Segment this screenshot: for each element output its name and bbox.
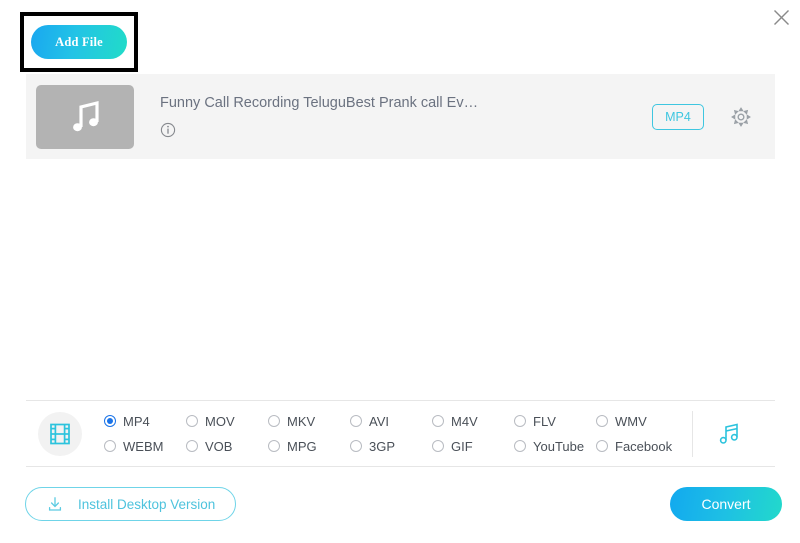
format-option-youtube[interactable]: YouTube <box>514 439 596 454</box>
convert-button[interactable]: Convert <box>670 487 782 521</box>
film-strip-icon <box>50 423 70 444</box>
radio-indicator <box>350 440 362 452</box>
radio-indicator <box>268 415 280 427</box>
radio-indicator <box>596 415 608 427</box>
format-option-webm[interactable]: WEBM <box>104 439 186 454</box>
music-note-icon <box>719 422 738 444</box>
add-file-highlight: Add File <box>20 12 138 72</box>
radio-indicator <box>104 440 116 452</box>
music-note-icon <box>73 100 99 131</box>
format-option-label: GIF <box>451 438 473 454</box>
info-icon[interactable] <box>160 122 176 138</box>
format-option-label: 3GP <box>369 438 396 454</box>
format-option-label: VOB <box>205 438 233 454</box>
format-option-mpg[interactable]: MPG <box>268 439 350 454</box>
video-tab-button[interactable] <box>38 411 82 456</box>
format-option-label: MOV <box>205 413 235 429</box>
format-option-label: WMV <box>615 413 647 429</box>
format-option-label: FLV <box>533 413 556 429</box>
radio-indicator <box>350 415 362 427</box>
format-option-label: M4V <box>451 413 478 429</box>
format-option-label: WEBM <box>123 438 164 454</box>
format-option-wmv[interactable]: WMV <box>596 414 678 429</box>
radio-indicator <box>514 440 526 452</box>
close-button[interactable] <box>768 4 794 30</box>
radio-indicator <box>104 415 116 427</box>
download-icon <box>46 495 64 513</box>
file-list-item[interactable]: Funny Call Recording TeluguBest Prank ca… <box>26 74 775 159</box>
divider-bottom <box>26 466 775 467</box>
format-option-label: YouTube <box>533 438 585 454</box>
format-option-label: AVI <box>369 413 389 429</box>
radio-indicator <box>432 440 444 452</box>
add-file-button[interactable]: Add File <box>31 25 127 59</box>
format-options-grid: MP4 MOV MKV AVI M4V FLV WMV WEBM VOB MPG… <box>104 409 678 459</box>
format-option-mp4[interactable]: MP4 <box>104 414 186 429</box>
format-option-label: MP4 <box>123 413 150 429</box>
format-option-vob[interactable]: VOB <box>186 439 268 454</box>
format-option-flv[interactable]: FLV <box>514 414 596 429</box>
file-format-badge[interactable]: MP4 <box>652 103 704 130</box>
file-name-label: Funny Call Recording TeluguBest Prank ca… <box>160 94 479 111</box>
format-option-mkv[interactable]: MKV <box>268 414 350 429</box>
radio-indicator <box>514 415 526 427</box>
file-settings-button[interactable] <box>729 105 753 129</box>
install-button-label: Install Desktop Version <box>78 496 216 512</box>
format-option-m4v[interactable]: M4V <box>432 414 514 429</box>
format-selector-panel: MP4 MOV MKV AVI M4V FLV WMV WEBM VOB MPG… <box>26 401 775 466</box>
format-option-mov[interactable]: MOV <box>186 414 268 429</box>
gear-icon <box>731 106 751 127</box>
format-option-3gp[interactable]: 3GP <box>350 439 432 454</box>
close-icon <box>773 9 789 25</box>
radio-indicator <box>268 440 280 452</box>
format-option-label: MKV <box>287 413 316 429</box>
radio-indicator <box>596 440 608 452</box>
audio-tab-button[interactable] <box>707 412 751 456</box>
file-details: Funny Call Recording TeluguBest Prank ca… <box>160 95 652 138</box>
format-option-label: Facebook <box>615 438 673 454</box>
radio-indicator <box>432 415 444 427</box>
format-option-gif[interactable]: GIF <box>432 439 514 454</box>
radio-indicator <box>186 415 198 427</box>
vertical-divider <box>692 410 693 457</box>
radio-indicator <box>186 440 198 452</box>
format-option-facebook[interactable]: Facebook <box>596 439 678 454</box>
file-thumbnail <box>36 84 134 149</box>
format-option-avi[interactable]: AVI <box>350 414 432 429</box>
format-option-label: MPG <box>287 438 317 454</box>
install-desktop-version-button[interactable]: Install Desktop Version <box>25 487 236 521</box>
